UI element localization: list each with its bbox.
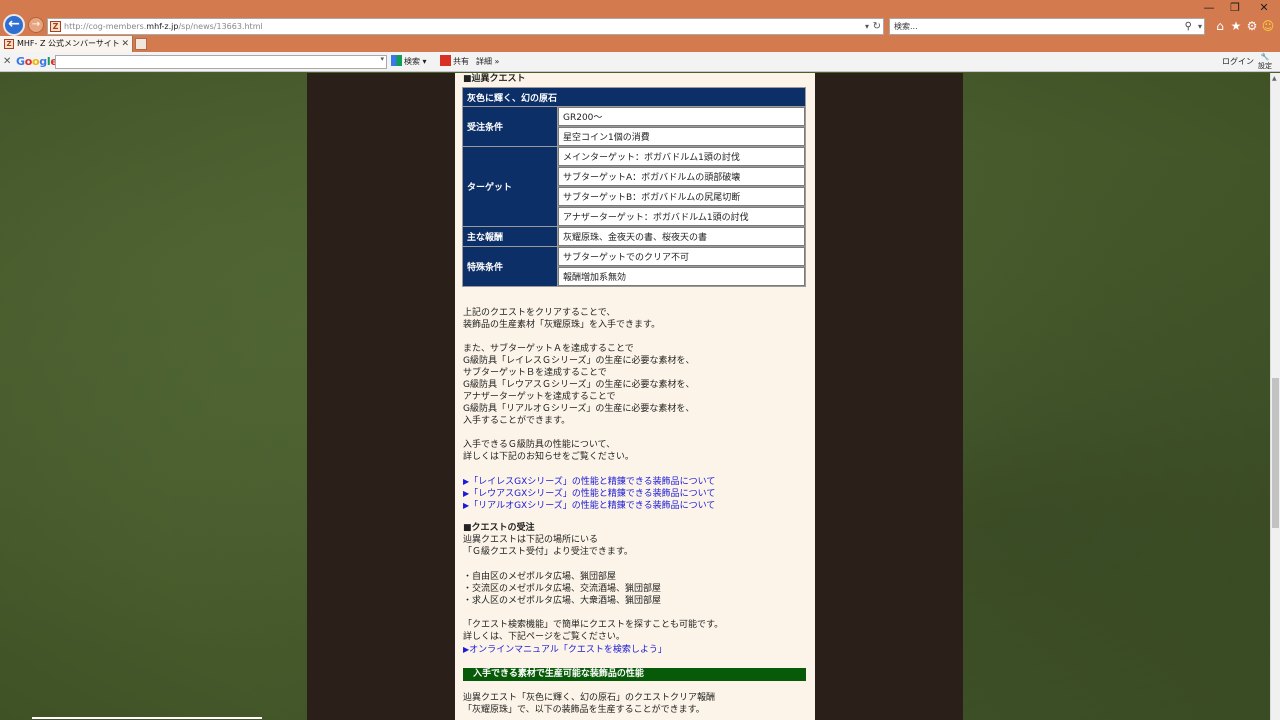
tab-close-icon[interactable]: ✕ (121, 36, 129, 52)
text-line: 装飾品の生産素材「灰耀原珠」を入手できます。 (463, 320, 661, 330)
forward-button[interactable]: → (28, 17, 44, 33)
armor-link-realo[interactable]: ▶「リアルオGXシリーズ」の性能と精錬できる装飾品について (463, 500, 715, 512)
feedback-smile-icon[interactable]: ☺ (1261, 18, 1275, 34)
gear-icon[interactable]: ⚙ (1245, 18, 1259, 34)
text-line: 「クエスト検索機能」で簡単にクエストを探すことも可能です。 (463, 620, 724, 630)
text-line: アナザーターゲットを達成することで (463, 392, 616, 402)
minimize-button[interactable]: — (1196, 0, 1222, 16)
manual-link[interactable]: ▶オンラインマニュアル「クエストを検索しよう」 (463, 644, 667, 656)
quest-name: 灰色に輝く、幻の原石 (463, 88, 805, 106)
search-dropdown-icon[interactable]: ▾ (1198, 19, 1202, 34)
tab-title: MHF- Z 公式メンバーサイト (17, 39, 120, 48)
address-dropdown-icon[interactable]: ▾ (865, 19, 869, 34)
google-toolbar: ✕ Google ▾ 検索 ▾ 共有 詳細 » ログイン 🔧 設定 (0, 52, 1280, 72)
address-bar[interactable]: Z http://cog-members.mhf-z.jp/sp/news/13… (47, 18, 884, 35)
row-label: 受注条件 (463, 107, 557, 146)
text-line: 詳しくは、下記ページをご覧ください。 (463, 632, 625, 642)
section-banner: 入手できる素材で生産可能な装飾品の性能 (463, 668, 806, 681)
armor-link-reiless[interactable]: ▶「レイレスGXシリーズ」の性能と精錬できる装飾品について (463, 476, 715, 488)
google-dropdown-icon[interactable]: ▾ (380, 55, 384, 63)
scroll-up-icon[interactable]: ▲ (1272, 75, 1277, 82)
toolbar-search-button[interactable]: 検索 ▾ (391, 52, 427, 72)
browser-search-input[interactable]: 検索... ⚲ ▾ (889, 18, 1205, 35)
reception-title: ■クエストの受注 (463, 523, 535, 533)
table-row: 特殊条件 サブターゲットでのクリア不可 (463, 247, 805, 286)
row-label: 主な報酬 (463, 227, 557, 246)
text-line: 「灰耀原珠」で、以下の装飾品を生産することができます。 (463, 705, 705, 715)
section-title: ■辿異クエスト (463, 74, 526, 84)
table-row: 受注条件 GR200～ (463, 107, 805, 146)
tab-active[interactable]: Z MHF- Z 公式メンバーサイト ✕ (0, 36, 133, 52)
row-value: サブターゲットでのクリア不可 (558, 247, 805, 266)
refresh-icon[interactable]: ↻ (873, 19, 881, 34)
settings-button[interactable]: 🔧 設定 (1254, 53, 1276, 71)
row-value: 星空コイン1個の消費 (558, 127, 805, 146)
text-line: G級防具「レウアスＧシリーズ」の生産に必要な素材を、 (463, 380, 695, 390)
text-line: G級防具「レイレスＧシリーズ」の生産に必要な素材を、 (463, 356, 695, 366)
row-label: 特殊条件 (463, 247, 557, 286)
toolbar-share-button[interactable]: 共有 (440, 52, 469, 72)
back-button[interactable]: ← (3, 14, 25, 36)
tab-bar: Z MHF- Z 公式メンバーサイト ✕ (0, 36, 1280, 52)
row-value: サブターゲットA：ボガバドルムの頭部破壊 (558, 167, 805, 186)
text-line: 詳しくは下記のお知らせをご覧ください。 (463, 452, 634, 462)
row-value: サブターゲットB：ボガバドルムの尻尾切断 (558, 187, 805, 206)
url-text: http://cog-members.mhf-z.jp/sp/news/1366… (64, 22, 263, 31)
vertical-scrollbar[interactable]: ▲ (1270, 73, 1280, 720)
restore-button[interactable]: ❐ (1222, 0, 1248, 16)
search-placeholder: 検索... (894, 22, 918, 31)
location-item: ・交流区のメゼポルタ広場、交流酒場、猟団部屋 (463, 584, 662, 594)
status-progress-line (32, 717, 262, 719)
share-icon (440, 55, 451, 66)
text-line: サブターゲットＢを達成することで (463, 368, 607, 378)
row-label: ターゲット (463, 147, 557, 226)
google-logo: Google (16, 55, 58, 68)
login-link[interactable]: ログイン (1222, 52, 1254, 72)
toolbar-more-button[interactable]: 詳細 » (476, 52, 499, 72)
text-line: また、サブターゲットＡを達成することで (463, 344, 634, 354)
row-value: アナザーターゲット：ボガバドルム1頭の討伐 (558, 207, 805, 226)
location-item: ・自由区のメゼポルタ広場、猟団部屋 (463, 572, 617, 582)
quest-table: 灰色に輝く、幻の原石 受注条件 GR200～ 星空コイン1個の消費 ターゲット … (462, 87, 806, 287)
quest-table-title-row: 灰色に輝く、幻の原石 (463, 88, 805, 106)
text-line: 入手することができます。 (463, 416, 571, 426)
tab-favicon-icon: Z (4, 39, 14, 49)
favorites-star-icon[interactable]: ★ (1229, 18, 1243, 34)
text-line: 辿異クエストは下記の場所にいる (463, 535, 599, 545)
text-line: 上記のクエストをクリアすることで、 (463, 308, 616, 318)
table-row: 主な報酬 灰耀原珠、金夜天の書、桜夜天の書 (463, 227, 805, 246)
google-search-icon (391, 55, 402, 66)
row-value: 報酬増加系無効 (558, 267, 805, 286)
google-search-input[interactable]: ▾ (55, 55, 387, 69)
text-line: 辿異クエスト「灰色に輝く、幻の原石」のクエストクリア報酬 (463, 693, 716, 703)
site-favicon-icon: Z (50, 21, 61, 32)
close-button[interactable]: ✕ (1248, 0, 1280, 16)
armor-link-reuas[interactable]: ▶「レウアスGXシリーズ」の性能と精錬できる装飾品について (463, 488, 715, 500)
toolbar-close-icon[interactable]: ✕ (3, 52, 11, 72)
row-value: 灰耀原珠、金夜天の書、桜夜天の書 (558, 227, 805, 246)
scroll-thumb[interactable] (1272, 378, 1279, 528)
table-row: ターゲット メインターゲット：ボガバドルム1頭の討伐 (463, 147, 805, 226)
new-tab-button[interactable] (135, 38, 147, 50)
search-icon[interactable]: ⚲ (1185, 19, 1192, 34)
text-line: 入手できるＧ級防具の性能について、 (463, 440, 616, 450)
location-item: ・求人区のメゼポルタ広場、大衆酒場、猟団部屋 (463, 596, 662, 606)
text-line: 「Ｇ級クエスト受付」より受注できます。 (463, 547, 633, 557)
row-value: メインターゲット：ボガバドルム1頭の討伐 (558, 147, 805, 166)
browser-titlebar: ← → Z http://cog-members.mhf-z.jp/sp/new… (0, 0, 1280, 36)
text-line: G級防具「リアルオＧシリーズ」の生産に必要な素材を、 (463, 404, 695, 414)
row-value: GR200～ (558, 107, 805, 126)
home-icon[interactable]: ⌂ (1213, 18, 1227, 34)
